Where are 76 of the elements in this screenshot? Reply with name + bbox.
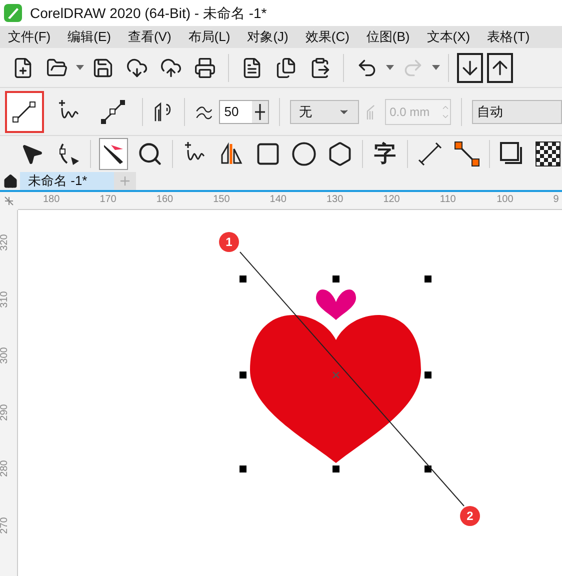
style-dropdown[interactable]: 无 <box>290 100 360 124</box>
selection-handle[interactable] <box>240 372 246 378</box>
selection-handle[interactable] <box>424 372 432 378</box>
menu-item[interactable]: 位图(B) <box>366 27 410 47</box>
ruler-label: 130 <box>326 193 344 207</box>
step-marker: 1 <box>219 232 239 252</box>
ruler-label: 120 <box>383 193 400 207</box>
line-mode-button[interactable] <box>5 90 44 132</box>
menu-item[interactable]: 效果(C) <box>305 27 350 47</box>
save-icon <box>92 56 114 78</box>
rectangle-icon <box>254 141 280 167</box>
ruler-label: 160 <box>156 193 174 207</box>
step-marker: 2 <box>460 506 480 526</box>
menu-item[interactable]: 查看(V) <box>128 27 172 47</box>
print-icon <box>194 56 216 78</box>
menu-item[interactable]: 布局(L) <box>188 27 230 47</box>
ellipse-icon <box>290 141 317 167</box>
folder-icon <box>46 56 68 78</box>
selection-handle[interactable] <box>240 466 246 472</box>
ruler-label: 290 <box>0 404 11 421</box>
selection-handle[interactable] <box>424 276 432 282</box>
ruler-label: 300 <box>0 347 11 364</box>
tool-button[interactable] <box>99 138 128 170</box>
ruler-label: 270 <box>0 517 11 534</box>
caret-icon[interactable] <box>76 65 84 70</box>
dimension-tool-icon <box>417 141 444 167</box>
center-marker <box>332 371 340 379</box>
app-logo-icon <box>4 4 22 22</box>
ruler-label: 180 <box>43 193 60 207</box>
menu-item[interactable]: 表格(T) <box>487 27 530 47</box>
new-file-icon <box>12 56 34 78</box>
selection-handle[interactable] <box>332 276 340 282</box>
ruler-label: 110 <box>440 193 456 207</box>
smoothing-field[interactable]: 50 <box>219 100 270 124</box>
copy-icon <box>275 56 297 78</box>
hexagon-icon <box>326 141 353 167</box>
pointer-icon <box>20 142 44 166</box>
caret-icon[interactable] <box>386 65 394 70</box>
toolbar-button[interactable] <box>457 52 483 82</box>
cloud-upload-icon <box>160 56 182 78</box>
shadow-tool-icon <box>498 141 525 167</box>
caret-icon[interactable] <box>432 65 440 70</box>
checkerboard-icon <box>534 141 561 167</box>
smoothing-value: 50 <box>223 102 240 121</box>
toolbar-button[interactable] <box>487 52 513 82</box>
menu-item[interactable]: 文件(F) <box>8 27 51 47</box>
selection-handle[interactable] <box>332 466 340 472</box>
ruler-label: 140 <box>270 193 286 207</box>
menu-item[interactable]: 编辑(E) <box>68 27 111 47</box>
ruler-label: 150 <box>213 193 230 207</box>
menu-item[interactable]: 文本(X) <box>426 27 470 47</box>
selection-handle[interactable] <box>240 276 246 282</box>
ruler-label: 170 <box>100 193 116 207</box>
tool-button[interactable]: 字 <box>371 138 400 170</box>
home-icon[interactable] <box>2 174 18 188</box>
polyline-tool-icon <box>100 98 126 124</box>
ruler-label: 320 <box>0 234 11 251</box>
paste-icon <box>309 56 331 78</box>
heart-shape[interactable] <box>316 290 356 320</box>
cloud-download-icon <box>126 56 148 78</box>
ruler-origin-icon <box>3 195 15 207</box>
scale-dropdown[interactable]: 自动 <box>472 100 562 124</box>
ruler-label: 310 <box>0 290 11 308</box>
document-tab[interactable]: 未命名 -1* <box>20 172 114 190</box>
line-tool-icon <box>11 98 38 124</box>
slider-icon <box>252 100 268 122</box>
window-title: CorelDRAW 2020 (64-Bit) - 未命名 -1* <box>30 4 267 23</box>
ruler-label: 9 <box>553 193 559 207</box>
heart-shape[interactable] <box>250 315 421 463</box>
ruler-label: 100 <box>496 193 514 207</box>
text-tool-glyph[interactable]: 字 <box>374 143 396 165</box>
document-icon <box>241 56 263 78</box>
ruler-label: 280 <box>0 460 11 478</box>
connector-tool-icon <box>454 141 480 167</box>
search-icon <box>136 141 163 167</box>
menu-item[interactable]: 对象(J) <box>247 27 288 47</box>
